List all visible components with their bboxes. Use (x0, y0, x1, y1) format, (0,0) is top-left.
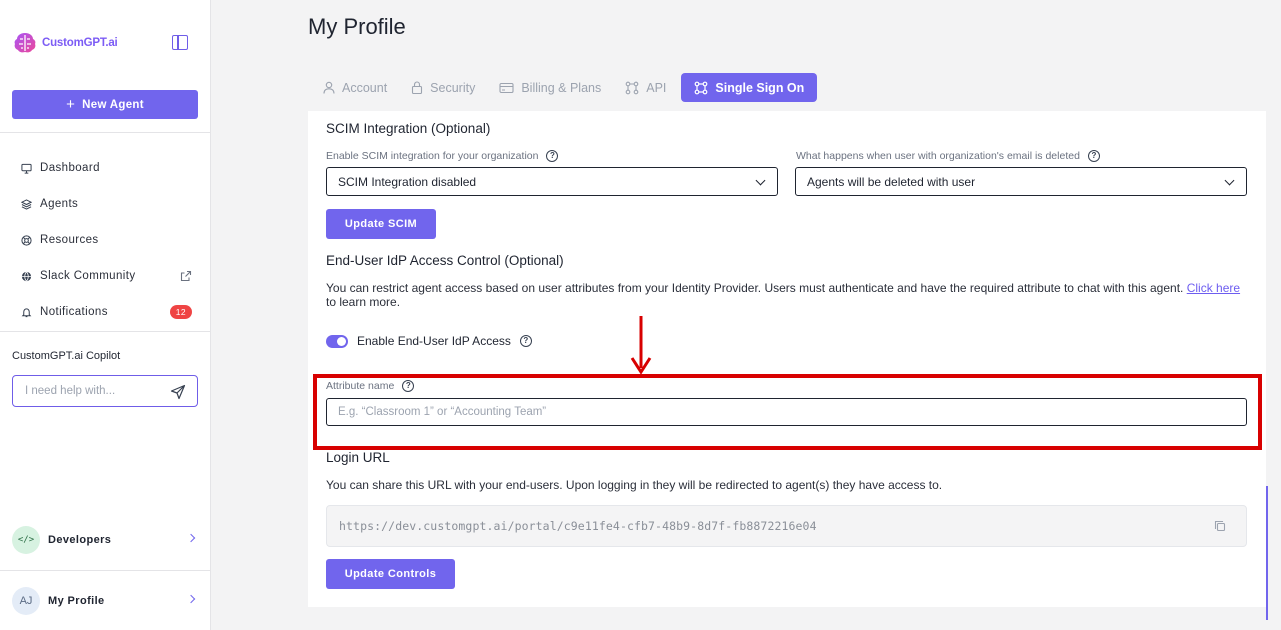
send-icon[interactable] (170, 384, 186, 405)
tab-label: Account (342, 80, 388, 95)
sso-nodes-icon (694, 81, 708, 94)
tab-api[interactable]: API (616, 73, 675, 102)
developers-label: Developers (48, 534, 112, 546)
code-icon: </> (12, 526, 40, 554)
sidebar-item-label: Slack Community (40, 270, 136, 282)
tab-billing-plans[interactable]: Billing & Plans (490, 73, 610, 102)
sidebar-item-label: Notifications (40, 306, 108, 318)
sidebar-item-agents[interactable]: Agents (20, 186, 192, 222)
idp-access-toggle[interactable] (326, 334, 348, 348)
divider (0, 132, 211, 133)
login-url-field[interactable]: https://dev.customgpt.ai/portal/c9e11fe4… (326, 505, 1247, 547)
help-icon[interactable]: ? (1087, 150, 1100, 162)
help-icon[interactable]: ? (546, 150, 559, 162)
annotation-arrow-down-icon (630, 316, 652, 375)
scim-section-title: SCIM Integration (Optional) (326, 121, 491, 136)
sidebar-item-resources[interactable]: Resources (20, 222, 192, 258)
field-label-text: What happens when user with organization… (796, 150, 1080, 162)
my-profile-menu[interactable]: AJ My Profile (12, 587, 198, 615)
bell-icon (20, 306, 32, 318)
tab-label: Billing & Plans (521, 80, 602, 95)
developers-menu[interactable]: </> Developers (12, 526, 198, 554)
annotation-highlight-box (313, 374, 1262, 450)
lifebuoy-icon (20, 234, 32, 246)
new-agent-label: New Agent (82, 98, 144, 111)
scim-deleted-label: What happens when user with organization… (796, 150, 1100, 162)
divider (0, 570, 211, 571)
my-profile-label: My Profile (48, 595, 105, 607)
scim-deleted-select[interactable]: Agents will be deleted with user (795, 167, 1247, 196)
chevron-right-icon (186, 594, 196, 604)
sidebar-nav: Dashboard Agents Resources Slack Communi… (20, 150, 192, 330)
chevron-down-icon (755, 175, 766, 186)
sidebar-item-label: Agents (40, 198, 79, 210)
new-agent-button[interactable]: + New Agent (12, 90, 198, 119)
layers-icon (20, 198, 32, 210)
tab-account[interactable]: Account (314, 73, 396, 102)
scim-enable-select[interactable]: SCIM Integration disabled (326, 167, 778, 196)
scrollbar[interactable] (1266, 486, 1268, 620)
idp-description: You can restrict agent access based on u… (326, 281, 1246, 309)
sidebar-toggle-icon[interactable] (172, 35, 188, 50)
tab-label: Single Sign On (715, 80, 805, 95)
copilot-input[interactable]: I need help with... (12, 375, 198, 407)
tab-label: Security (430, 80, 476, 95)
sidebar: CustomGPT.ai + New Agent Dashboard Agent… (0, 0, 211, 630)
chevron-right-icon (186, 533, 196, 543)
user-icon (323, 81, 335, 94)
external-link-icon (180, 270, 192, 285)
page-title: My Profile (308, 14, 406, 39)
copilot-label: CustomGPT.ai Copilot (12, 350, 121, 362)
copy-icon[interactable] (1214, 520, 1226, 535)
idp-section-title: End-User IdP Access Control (Optional) (326, 253, 564, 268)
chevron-down-icon (1224, 175, 1235, 186)
field-label-text: Enable SCIM integration for your organiz… (326, 150, 539, 162)
update-controls-button[interactable]: Update Controls (326, 559, 455, 589)
update-scim-button[interactable]: Update SCIM (326, 209, 436, 239)
brand-logo[interactable]: CustomGPT.ai (12, 30, 118, 56)
brand-name: CustomGPT.ai (42, 37, 118, 49)
notification-count-badge: 12 (169, 305, 192, 319)
profile-tabs: Account Security Billing & Plans API Sin… (314, 73, 823, 102)
selected-value: SCIM Integration disabled (338, 174, 477, 189)
sidebar-item-label: Resources (40, 234, 99, 246)
api-nodes-icon (625, 81, 639, 94)
plus-icon: + (66, 96, 76, 113)
monitor-icon (20, 162, 32, 174)
brain-logo-icon (14, 33, 36, 53)
login-url-description: You can share this URL with your end-use… (326, 478, 943, 492)
sidebar-item-slack-community[interactable]: Slack Community (20, 258, 192, 294)
lock-icon (412, 81, 423, 94)
login-url-value: https://dev.customgpt.ai/portal/c9e11fe4… (339, 519, 817, 533)
learn-more-link[interactable]: Click here (1187, 281, 1240, 295)
idp-desc-text-end: to learn more. (326, 295, 401, 309)
divider (0, 331, 211, 332)
tab-security[interactable]: Security (402, 73, 484, 102)
globe-icon (20, 270, 32, 282)
sidebar-item-notifications[interactable]: Notifications 12 (20, 294, 192, 330)
idp-desc-text: You can restrict agent access based on u… (326, 281, 1187, 295)
credit-card-icon (499, 82, 514, 93)
avatar: AJ (12, 587, 40, 615)
selected-value: Agents will be deleted with user (807, 174, 976, 189)
login-url-title: Login URL (326, 450, 390, 465)
tab-label: API (646, 80, 667, 95)
toggle-label: Enable End-User IdP Access (357, 334, 511, 348)
scim-enable-label: Enable SCIM integration for your organiz… (326, 150, 559, 162)
tab-single-sign-on[interactable]: Single Sign On (681, 73, 818, 102)
idp-toggle-row: Enable End-User IdP Access ? (326, 334, 532, 348)
help-icon[interactable]: ? (519, 335, 532, 347)
sidebar-item-label: Dashboard (40, 162, 100, 174)
copilot-placeholder: I need help with... (25, 385, 116, 397)
sidebar-item-dashboard[interactable]: Dashboard (20, 150, 192, 186)
